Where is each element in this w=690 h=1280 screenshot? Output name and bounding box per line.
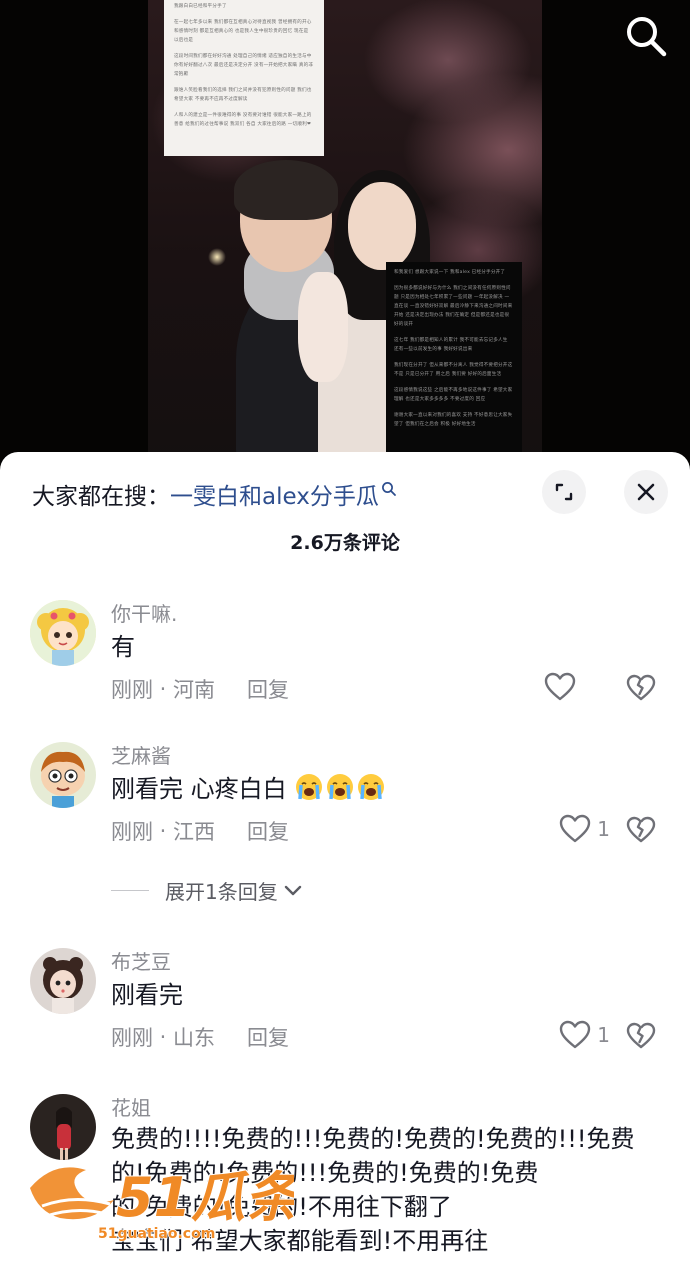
crying-emoji-icon <box>296 774 323 800</box>
note-paragraph: 跟谁人笑脸看我们的选择 我们之间并没有犯原则性的问题 我们也希望大家 不要再不应… <box>174 88 312 102</box>
like-count: 1 <box>597 1023 610 1047</box>
statement-note-dark: 和我爱们 想跟大家说一下 我和alex 已经分手分开了 因为很多都说好好与为什么… <box>386 262 522 452</box>
comment-item: 布芝豆 刚看完 刚刚 · 山东 回复 1 <box>0 946 690 1066</box>
note-paragraph: 谢谢大家一直以来对我们的喜欢 支持 不好意思让大家失望了 但我们在之后会 积极 … <box>394 413 513 427</box>
hot-search-prefix: 大家都在搜： <box>32 484 170 510</box>
cartoon-girl-avatar <box>30 600 96 666</box>
comment-username[interactable]: 花姐 <box>111 1092 151 1121</box>
comment-time: 刚刚 <box>111 820 153 844</box>
heart-outline-icon <box>544 672 576 701</box>
note-paragraph: 我们现在分开了 但从来都不分离人 我觉得不要把分开这 不是 只是已分开了 用之后… <box>394 363 513 377</box>
comment-time: 刚刚 <box>111 1026 153 1050</box>
close-button[interactable] <box>624 470 668 514</box>
comment-text-block: 免费的!!!!免费的!!!免费的!免费的!免费的!!!免费 的!免费的!免费的!… <box>111 1122 671 1258</box>
comment-count: 2.6万条评论 <box>290 532 400 554</box>
comment-username[interactable]: 芝麻酱 <box>111 740 171 769</box>
note-paragraph: 这段感情我说这些 之后能不再多地说这件事了 希望大家理解 也还是大家多多多多 不… <box>394 388 513 402</box>
note-paragraph: 这七年 我们都是相知人的累计 我不可能去忘记多人生 还有一些以前发生的事 我好好… <box>394 338 508 352</box>
note-paragraph: 因为很多都说好好与为什么 我们之间没有任何原则性问题 只是因为相处七年积累了一些… <box>394 286 513 327</box>
comment-text: 刚看完 <box>111 981 183 1009</box>
divider-line <box>111 890 149 891</box>
broken-heart-icon <box>626 816 656 843</box>
comment-text-line: 宝宝们 希望大家都能看到!不用再往 <box>111 1227 489 1255</box>
woman-arm <box>298 272 348 382</box>
meta-separator: · <box>153 1025 174 1049</box>
like-button[interactable] <box>544 672 582 702</box>
comment-location: 山东 <box>173 1026 216 1050</box>
crying-emoji-icon <box>327 774 354 800</box>
heart-outline-icon <box>560 1020 591 1049</box>
close-icon <box>637 483 655 501</box>
avatar[interactable] <box>30 600 96 666</box>
comment-panel: 大家都在搜： 一雯白和alex分手瓜 2.6万条评论 你干嘛. 有 刚刚 · 河… <box>0 452 690 1280</box>
comment-item: 你干嘛. 有 刚刚 · 河南 回复 <box>0 598 690 718</box>
doll-avatar <box>30 948 96 1014</box>
search-icon <box>381 482 396 496</box>
street-light <box>208 248 226 266</box>
hot-search-link[interactable]: 一雯白和alex分手瓜 <box>170 477 379 511</box>
avatar[interactable] <box>30 1094 96 1160</box>
comment-location: 河南 <box>173 678 216 702</box>
chevron-down-icon <box>284 885 301 895</box>
comment-text-row: 刚看完 心疼白白 <box>111 772 671 806</box>
expand-replies-button[interactable]: 展开1条回复 <box>111 876 302 905</box>
comment-text-line: 的!免费的!免费的!!!免费的!免费的!免费 <box>111 1159 539 1187</box>
comment-text: 有 <box>111 633 135 661</box>
avatar[interactable] <box>30 742 96 808</box>
note-paragraph: 我跟白白已经和平分手了 <box>174 4 227 9</box>
crying-emoji-group <box>294 774 387 803</box>
comment-meta: 刚刚 · 山东 回复 <box>111 1022 289 1052</box>
heart-outline-icon <box>560 814 591 843</box>
like-button[interactable]: 1 <box>559 1020 610 1050</box>
man-hair <box>234 160 338 220</box>
note-paragraph: 和我爱们 想跟大家说一下 我和alex 已经分手分开了 <box>394 270 506 275</box>
hot-search-row[interactable]: 大家都在搜： 一雯白和alex分手瓜 <box>32 474 397 514</box>
comment-username[interactable]: 布芝豆 <box>111 946 171 975</box>
comment-meta: 刚刚 · 江西 回复 <box>111 816 289 846</box>
comment-username[interactable]: 你干嘛. <box>111 598 177 627</box>
dislike-button[interactable] <box>626 1022 656 1054</box>
broken-heart-icon <box>626 674 656 701</box>
expand-replies-label: 展开1条回复 <box>165 880 278 904</box>
note-paragraph: 在一起七年多以来 我们都在互相真心对待直视我 曾经拥有的开心和感情时刻 都是互相… <box>174 20 312 43</box>
video-area[interactable]: 我跟白白已经和平分手了 在一起七年多以来 我们都在互相真心对待直视我 曾经拥有的… <box>0 0 690 470</box>
comment-meta: 刚刚 · 河南 回复 <box>111 674 289 704</box>
cartoon-boy-avatar <box>30 742 96 808</box>
comment-time: 刚刚 <box>111 678 153 702</box>
comment-text-line: 免费的!!!!免费的!!!免费的!免费的!免费的!!!免费 <box>111 1125 635 1153</box>
comment-item: 芝麻酱 刚看完 心疼白白 刚刚 · 江西 回复 1 展开1条回复 <box>0 740 690 920</box>
crying-emoji-icon <box>358 774 385 800</box>
meta-separator: · <box>153 819 174 843</box>
note-paragraph: 人和人的建立是一件很难得的事 没有要对谁错 很能大家一路上的善意 给我们的过往帮… <box>174 113 312 127</box>
comment-location: 江西 <box>173 820 216 844</box>
meta-separator: · <box>153 677 174 701</box>
broken-heart-icon <box>626 1022 656 1049</box>
comment-text-line: 的!免费的!免费的!不用往下翻了 <box>111 1193 452 1221</box>
comment-text: 刚看完 心疼白白 <box>111 775 287 803</box>
dislike-button[interactable] <box>626 816 656 848</box>
note-paragraph: 这段时间我们都在好好沟通 处理自己的情绪 适应独自的生活与中 你有好好翻过八次 … <box>174 54 314 77</box>
fullscreen-button[interactable] <box>542 470 586 514</box>
dislike-button[interactable] <box>626 674 656 706</box>
woman-face <box>348 182 416 270</box>
like-count: 1 <box>597 817 610 841</box>
search-icon <box>627 17 667 57</box>
like-button[interactable]: 1 <box>559 814 610 844</box>
photo-avatar <box>30 1094 96 1160</box>
reply-button[interactable]: 回复 <box>247 1022 289 1052</box>
comment-item: 花姐 免费的!!!!免费的!!!免费的!免费的!免费的!!!免费 的!免费的!免… <box>0 1092 690 1280</box>
statement-note-light: 我跟白白已经和平分手了 在一起七年多以来 我们都在互相真心对待直视我 曾经拥有的… <box>164 0 324 156</box>
search-button[interactable] <box>624 14 668 58</box>
reply-button[interactable]: 回复 <box>247 674 289 704</box>
expand-icon <box>555 483 573 501</box>
reply-button[interactable]: 回复 <box>247 816 289 846</box>
avatar[interactable] <box>30 948 96 1014</box>
